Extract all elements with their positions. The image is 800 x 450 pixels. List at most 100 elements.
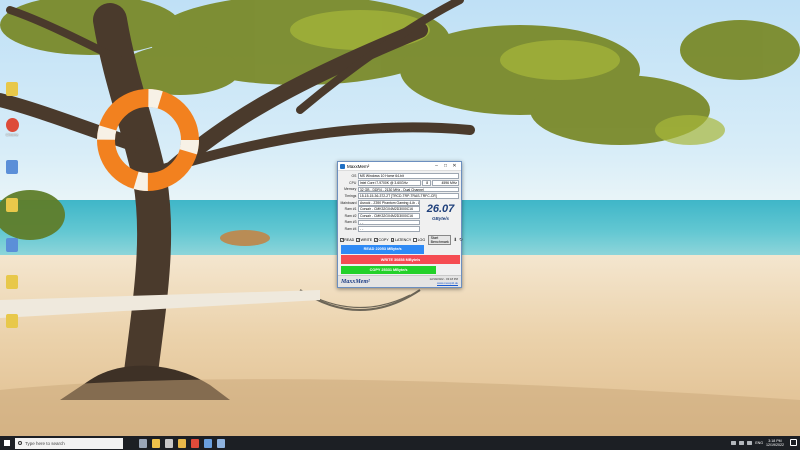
info-value: - -	[358, 219, 420, 226]
refresh-icon[interactable]: ↻	[459, 237, 463, 243]
info-label: Ram #3	[344, 220, 357, 225]
checkbox-box[interactable]: ✓	[390, 238, 394, 242]
footer-info: 12/19/2022 - 03:18 PM www.maxxpi2.de	[430, 277, 458, 285]
start-button[interactable]	[0, 436, 14, 450]
info-value: Intel Core i7-9700K @ 3.60GHz	[357, 179, 422, 186]
notification-icon[interactable]	[790, 439, 797, 446]
info-row-os: OS MS Windows 10 Home 64-bit	[340, 173, 459, 180]
taskbar-app-icon[interactable]	[204, 438, 212, 448]
desktop: Chrome MaxxMem² – □ ✕ OS MS Windows 10 H…	[0, 0, 800, 436]
system-tray: ENG 3:18 PM 12/19/2022	[731, 436, 784, 450]
info-label: Ram #2	[344, 213, 357, 218]
search-icon	[18, 441, 22, 445]
checkbox-log[interactable]: LOG	[413, 238, 425, 242]
taskbar-task-view-icon[interactable]	[139, 438, 147, 448]
info-label: CPU	[349, 180, 357, 185]
desktop-icon-7[interactable]	[2, 314, 22, 328]
window-footer: MaxxMem² 12/19/2022 - 03:18 PM www.maxxp…	[338, 275, 461, 287]
file-icon	[6, 198, 18, 212]
window-titlebar[interactable]: MaxxMem² – □ ✕	[338, 162, 461, 171]
info-value: - -	[358, 226, 420, 232]
website-link[interactable]: www.maxxpi2.de	[430, 281, 458, 285]
file-icon	[6, 275, 18, 289]
info-row-cpu: CPU Intel Core i7-9700K @ 3.60GHz 8 4596…	[340, 179, 459, 187]
desktop-icon-6[interactable]	[2, 275, 22, 289]
cpu-clock: 4596 MHz	[432, 179, 459, 186]
folder-icon	[6, 82, 18, 96]
network-icon[interactable]	[739, 441, 745, 445]
desktop-icon-4[interactable]	[2, 198, 22, 212]
checkbox-latency[interactable]: ✓ LATENCY	[390, 238, 412, 242]
checkbox-box[interactable]: ✓	[340, 238, 344, 242]
clock-date: 12/19/2022	[766, 443, 784, 447]
info-label: Memory	[344, 187, 357, 192]
checkbox-copy[interactable]: ✓ COPY	[374, 238, 389, 242]
checkbox-box[interactable]: ✓	[374, 238, 378, 242]
start-benchmark-button[interactable]: Start Benchmark	[428, 234, 452, 246]
info-label: Mainboard	[340, 200, 357, 205]
info-label: OS	[351, 174, 357, 179]
taskbar-explorer-icon[interactable]	[152, 438, 160, 448]
desktop-icon-chrome[interactable]: Chrome	[2, 118, 22, 137]
bandwidth-unit: GByte/s	[431, 216, 449, 221]
volume-icon[interactable]	[747, 441, 753, 445]
info-value: Corsair - CMK32GX4M2D3000C16	[358, 212, 420, 219]
copy-bar-fill: COPY 25331 MByte/s	[341, 265, 437, 275]
checkbox-write[interactable]: ✓ WRITE	[356, 238, 372, 242]
checkbox-label: READ	[344, 238, 355, 242]
info-value: Corsair - CMK32GX4M2D3000C16	[358, 206, 420, 213]
taskbar-files-icon[interactable]	[178, 438, 186, 448]
file-icon	[6, 314, 18, 328]
window-title: MaxxMem²	[347, 163, 370, 169]
search-placeholder: Type here to search	[25, 440, 65, 446]
info-value: MS Windows 10 Home 64-bit	[357, 173, 459, 180]
read-bar-fill: READ 22053 MByte/s	[341, 245, 425, 254]
copy-bar: COPY 25331 MByte/s	[341, 265, 460, 275]
write-bar-fill: WRITE 30858 MByte/s	[341, 255, 460, 264]
minimize-button[interactable]: –	[432, 163, 441, 169]
chrome-icon	[5, 118, 19, 132]
desktop-icon-3[interactable]	[2, 160, 22, 174]
maxxmem-window: MaxxMem² – □ ✕ OS MS Windows 10 Home 64-…	[337, 161, 463, 288]
checkbox-read[interactable]: ✓ READ	[340, 238, 354, 242]
checkbox-label: LATENCY	[394, 238, 412, 242]
language-indicator[interactable]: ENG	[755, 441, 763, 445]
read-bar: READ 22053 MByte/s	[341, 245, 460, 254]
taskbar-chrome-icon[interactable]	[191, 438, 199, 448]
taskbar: Type here to search ENG 3:18 PM 12/19/20…	[0, 436, 800, 450]
desktop-icon-label: Chrome	[5, 133, 19, 137]
info-label: Ram #1	[344, 207, 357, 212]
info-value: Asrock - Z390 Phantom Gaming 4-ib - L4.1…	[358, 199, 420, 206]
windows-logo-icon	[4, 440, 10, 446]
close-button[interactable]: ✕	[450, 163, 459, 169]
tray-chevron-icon[interactable]	[731, 441, 737, 445]
info-label: Timings	[344, 194, 357, 199]
checkbox-label: COPY	[378, 238, 389, 242]
save-icon[interactable]: ⬇	[453, 237, 457, 243]
checkbox-box[interactable]: ✓	[356, 238, 360, 242]
info-value: 32 GB - DDR4 - 2130 MHz - Dual Channel	[357, 186, 459, 193]
desktop-icon-5[interactable]	[2, 238, 22, 252]
checkbox-label: WRITE	[360, 238, 373, 242]
maximize-button[interactable]: □	[441, 163, 450, 169]
bandwidth-value: 26.07	[426, 203, 455, 215]
app-icon	[6, 160, 18, 174]
checkbox-label: LOG	[417, 238, 426, 242]
cpu-multiplier: 8	[422, 179, 432, 186]
maxxmem-app-icon	[340, 163, 345, 169]
clock[interactable]: 3:18 PM 12/19/2022	[766, 439, 784, 448]
bandwidth-display: 26.07 GByte/s	[422, 194, 459, 230]
system-info-panel: OS MS Windows 10 Home 64-bit CPU Intel C…	[338, 171, 461, 235]
taskbar-search[interactable]: Type here to search	[15, 437, 123, 449]
checkbox-box[interactable]	[413, 238, 417, 242]
taskbar-settings-icon[interactable]	[165, 438, 173, 448]
maxxmem-logo: MaxxMem²	[341, 278, 370, 285]
test-options: ✓ READ ✓ WRITE ✓ COPY ✓ LATENCY LOG Start Be…	[338, 234, 463, 246]
taskbar-apps	[139, 438, 225, 448]
app-icon	[6, 238, 18, 252]
taskbar-maxxmem-icon[interactable]	[217, 438, 225, 448]
info-row-memory: Memory 32 GB - DDR4 - 2130 MHz - Dual Ch…	[340, 186, 459, 193]
desktop-icon-1[interactable]	[2, 82, 22, 97]
info-label: Ram #4	[344, 227, 357, 232]
write-bar: WRITE 30858 MByte/s	[341, 255, 460, 264]
